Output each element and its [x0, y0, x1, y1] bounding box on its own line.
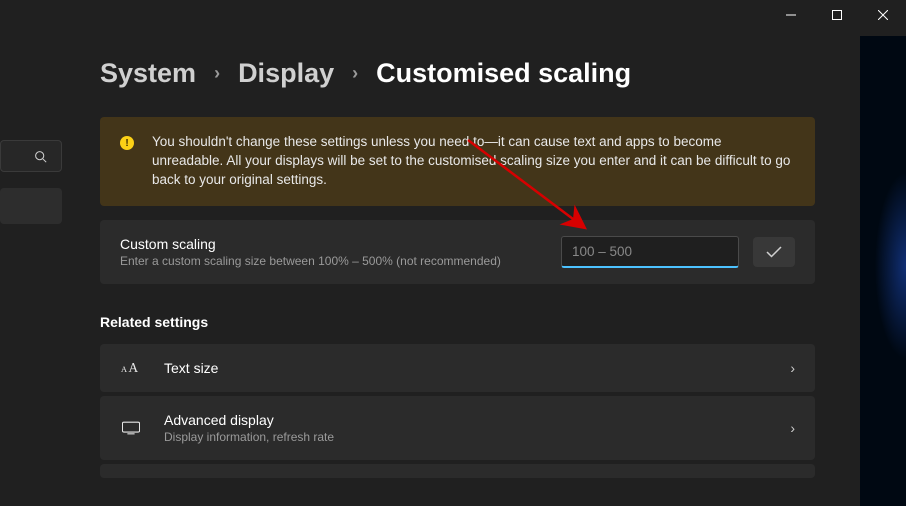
maximize-button[interactable]: [814, 0, 860, 30]
warning-banner: ! You shouldn't change these settings un…: [100, 117, 815, 206]
advanced-display-sub: Display information, refresh rate: [164, 430, 790, 444]
window-titlebar: [768, 0, 906, 30]
advanced-display-card[interactable]: Advanced display Display information, re…: [100, 396, 815, 460]
left-nav-rail: [0, 140, 62, 224]
custom-scaling-card: Custom scaling Enter a custom scaling si…: [100, 220, 815, 284]
advanced-display-title: Advanced display: [164, 412, 790, 428]
chevron-right-icon: ›: [352, 63, 358, 84]
text-size-card[interactable]: AA Text size ›: [100, 344, 815, 392]
confirm-button[interactable]: [753, 237, 795, 267]
main-content: System › Display › Customised scaling ! …: [100, 58, 815, 482]
text-size-icon: AA: [120, 360, 142, 376]
nav-item-selected[interactable]: [0, 188, 62, 224]
search-input[interactable]: [0, 140, 62, 172]
text-size-title: Text size: [164, 360, 790, 376]
custom-scaling-sub: Enter a custom scaling size between 100%…: [120, 254, 561, 268]
breadcrumb-current: Customised scaling: [376, 58, 631, 89]
chevron-right-icon: ›: [790, 360, 795, 376]
warning-text: You shouldn't change these settings unle…: [152, 133, 795, 190]
custom-scaling-input[interactable]: [561, 236, 739, 268]
breadcrumb-display[interactable]: Display: [238, 58, 334, 89]
related-settings-header: Related settings: [100, 314, 815, 330]
svg-text:A: A: [121, 365, 127, 374]
breadcrumb-system[interactable]: System: [100, 58, 196, 89]
breadcrumb: System › Display › Customised scaling: [100, 58, 815, 89]
chevron-right-icon: ›: [790, 420, 795, 436]
svg-text:A: A: [129, 360, 139, 375]
custom-scaling-title: Custom scaling: [120, 236, 561, 252]
monitor-icon: [120, 421, 142, 435]
chevron-right-icon: ›: [214, 63, 220, 84]
partial-card[interactable]: [100, 464, 815, 478]
close-button[interactable]: [860, 0, 906, 30]
check-icon: [766, 246, 782, 258]
search-icon: [34, 150, 47, 163]
desktop-edge: [860, 36, 906, 506]
warning-icon: !: [120, 136, 134, 150]
minimize-button[interactable]: [768, 0, 814, 30]
desktop-glow: [866, 146, 906, 386]
